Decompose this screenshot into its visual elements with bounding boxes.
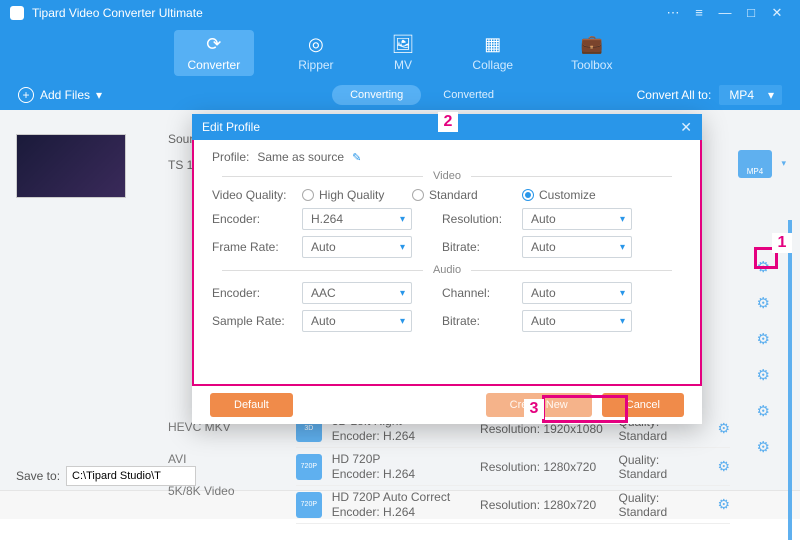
pencil-icon[interactable]: ✎ bbox=[352, 151, 361, 164]
audio-bitrate-select[interactable]: Auto bbox=[522, 310, 632, 332]
image-icon: 🖼 bbox=[392, 34, 415, 55]
preset-icon: 720P bbox=[296, 492, 322, 518]
video-bitrate-select[interactable]: Auto bbox=[522, 236, 632, 258]
gear-column: ⚙ ⚙ ⚙ ⚙ ⚙ ⚙ bbox=[757, 258, 770, 456]
samplerate-select[interactable]: Auto bbox=[302, 310, 412, 332]
channel-select[interactable]: Auto bbox=[522, 282, 632, 304]
gear-icon[interactable]: ⚙ bbox=[757, 330, 770, 348]
app-title: Tipard Video Converter Ultimate bbox=[32, 6, 203, 20]
gear-icon[interactable]: ⚙ bbox=[757, 294, 770, 312]
app-logo bbox=[10, 6, 24, 20]
grid-icon: ▦ bbox=[484, 34, 501, 55]
radio-standard[interactable]: Standard bbox=[412, 188, 522, 202]
cat-5k8k[interactable]: 5K/8K Video bbox=[168, 484, 235, 498]
video-encoder-select[interactable]: H.264 bbox=[302, 208, 412, 230]
tab-collage[interactable]: ▦Collage bbox=[458, 30, 527, 76]
modal-title: Edit Profile bbox=[202, 120, 260, 134]
disc-icon: ◎ bbox=[308, 34, 324, 55]
highlight-create bbox=[542, 395, 628, 423]
menu-icon[interactable]: ≡ bbox=[686, 0, 712, 25]
preset-list: 3D 3D Left RightEncoder: H.264 Resolutio… bbox=[296, 410, 730, 524]
audio-section-label: Audio bbox=[212, 264, 682, 276]
audio-encoder-select[interactable]: AAC bbox=[302, 282, 412, 304]
tab-ripper[interactable]: ◎Ripper bbox=[284, 30, 347, 76]
radio-high-quality[interactable]: High Quality bbox=[302, 188, 412, 202]
convert-all-select[interactable]: MP4 bbox=[719, 85, 782, 105]
scrollbar[interactable] bbox=[788, 220, 792, 540]
seg-converted[interactable]: Converted bbox=[425, 85, 512, 105]
category-list: HEVC MKV AVI 5K/8K Video bbox=[168, 420, 235, 498]
gear-icon[interactable]: ⚙ bbox=[717, 496, 730, 513]
feedback-icon[interactable]: ⋯ bbox=[660, 0, 686, 25]
maximize-icon[interactable]: □ bbox=[738, 0, 764, 25]
tab-mv[interactable]: 🖼MV bbox=[378, 30, 429, 76]
annotation-1: 1 bbox=[772, 233, 792, 253]
minimize-icon[interactable]: — bbox=[712, 0, 738, 25]
chevron-down-icon: ▾ bbox=[96, 88, 102, 102]
preset-icon: 720P bbox=[296, 454, 322, 480]
title-bar: Tipard Video Converter Ultimate ⋯ ≡ — □ … bbox=[0, 0, 800, 25]
seg-converting[interactable]: Converting bbox=[332, 85, 421, 105]
convert-all: Convert All to: MP4 bbox=[637, 85, 782, 105]
gear-icon[interactable]: ⚙ bbox=[757, 402, 770, 420]
close-icon[interactable]: ✕ bbox=[764, 0, 790, 25]
save-path-input[interactable] bbox=[66, 466, 196, 486]
video-thumbnail[interactable] bbox=[16, 134, 126, 198]
cat-avi[interactable]: AVI bbox=[168, 452, 235, 466]
preset-row[interactable]: 720P HD 720P Auto CorrectEncoder: H.264 … bbox=[296, 486, 730, 524]
gear-icon[interactable]: ⚙ bbox=[717, 458, 730, 475]
close-icon[interactable]: ✕ bbox=[680, 119, 692, 136]
main-toolbar: ⟳Converter ◎Ripper 🖼MV ▦Collage 💼Toolbox bbox=[0, 25, 800, 80]
refresh-icon: ⟳ bbox=[206, 34, 221, 55]
radio-customize[interactable]: Customize bbox=[522, 188, 632, 202]
gear-icon[interactable]: ⚙ bbox=[717, 420, 730, 437]
briefcase-icon: 💼 bbox=[581, 34, 603, 55]
status-segment: Converting Converted bbox=[332, 85, 512, 105]
annotation-2: 2 bbox=[438, 112, 458, 132]
ribbon: + Add Files ▾ Converting Converted Conve… bbox=[0, 80, 800, 110]
format-badge[interactable]: MP4 bbox=[738, 150, 772, 178]
add-files-button[interactable]: + Add Files ▾ bbox=[18, 87, 102, 103]
tab-converter[interactable]: ⟳Converter bbox=[174, 30, 255, 76]
default-button[interactable]: Default bbox=[210, 393, 293, 417]
annotation-3: 3 bbox=[524, 399, 544, 419]
gear-icon[interactable]: ⚙ bbox=[757, 438, 770, 456]
preset-row[interactable]: 720P HD 720PEncoder: H.264 Resolution: 1… bbox=[296, 448, 730, 486]
gear-icon[interactable]: ⚙ bbox=[757, 366, 770, 384]
edit-profile-modal: Edit Profile ✕ Profile: Same as source ✎… bbox=[192, 114, 702, 424]
tab-toolbox[interactable]: 💼Toolbox bbox=[557, 30, 626, 76]
video-section-label: Video bbox=[212, 170, 682, 182]
profile-name: Same as source bbox=[257, 150, 344, 164]
resolution-select[interactable]: Auto bbox=[522, 208, 632, 230]
framerate-select[interactable]: Auto bbox=[302, 236, 412, 258]
save-to: Save to: bbox=[16, 466, 196, 486]
plus-icon: + bbox=[18, 87, 34, 103]
